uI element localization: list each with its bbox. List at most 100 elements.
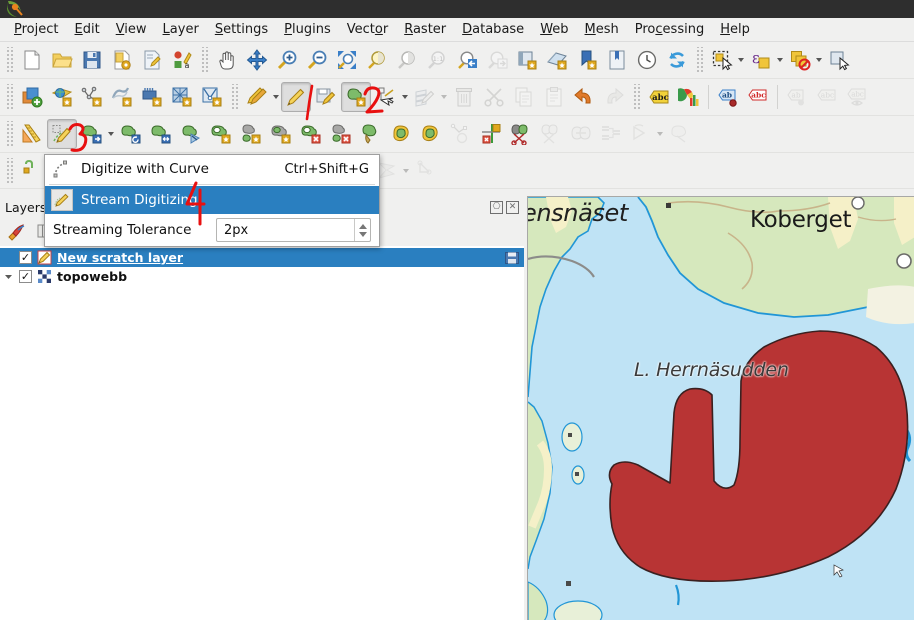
new-print-layout-2-button[interactable] (572, 45, 602, 75)
digitize-with-curve-item[interactable]: Digitize with Curve Ctrl+Shift+G (45, 155, 379, 183)
toolbar-handle[interactable] (5, 157, 14, 184)
change-label-button[interactable]: ab (782, 82, 812, 112)
menu-database[interactable]: Database (454, 19, 532, 41)
delete-part-button[interactable] (326, 119, 356, 149)
add-delimited-text-button[interactable] (77, 82, 107, 112)
pan-to-selection-button[interactable] (242, 45, 272, 75)
add-ring-button[interactable] (206, 119, 236, 149)
reshape-features-button[interactable] (356, 119, 386, 149)
copy-features-button[interactable] (509, 82, 539, 112)
deselect-features-button[interactable] (785, 45, 815, 75)
new-print-layout-button[interactable] (137, 45, 167, 75)
current-edits-button[interactable] (242, 82, 272, 112)
vertex-tool-menu-arrow[interactable] (402, 95, 408, 99)
add-polygon-feature-button[interactable] (341, 82, 371, 112)
offset-curve-button[interactable] (386, 119, 416, 149)
show-hide-labels-button[interactable]: abc (842, 82, 872, 112)
fill-ring-button[interactable] (266, 119, 296, 149)
menu-vector[interactable]: Vector (339, 19, 396, 41)
vertex-tool-button[interactable] (371, 82, 401, 112)
pin-labels-button[interactable]: abc (812, 82, 842, 112)
layer-diagrams-button[interactable] (674, 82, 704, 112)
menu-processing[interactable]: Processing (627, 19, 712, 41)
simplify-feature-button[interactable] (176, 119, 206, 149)
zoom-next-button[interactable] (482, 45, 512, 75)
toggle-editing-button[interactable] (281, 82, 311, 112)
delete-selected-button[interactable] (449, 82, 479, 112)
menu-view[interactable]: View (108, 19, 155, 41)
menu-settings[interactable]: Settings (207, 19, 276, 41)
save-project-as-button[interactable] (107, 45, 137, 75)
rotate-feature-button[interactable] (116, 119, 146, 149)
pan-map-button[interactable] (212, 45, 242, 75)
zoom-full-button[interactable] (332, 45, 362, 75)
style-manager-button[interactable]: a (167, 45, 197, 75)
toolbar-handle[interactable] (230, 84, 239, 110)
menu-plugins[interactable]: Plugins (276, 19, 339, 41)
zoom-native-button[interactable]: 1:1 (422, 45, 452, 75)
layer-labeling-button[interactable]: abc (644, 82, 674, 112)
streaming-tolerance-spinbox[interactable]: 2px (216, 218, 371, 242)
toolbar-handle[interactable] (5, 47, 14, 73)
toolbar-handle[interactable] (632, 84, 641, 110)
new-3d-map-view-button[interactable] (542, 45, 572, 75)
zoom-in-button[interactable] (272, 45, 302, 75)
move-feature-menu-arrow[interactable] (108, 132, 114, 136)
zoom-last-button[interactable] (452, 45, 482, 75)
redo-button[interactable] (599, 82, 629, 112)
close-panel-icon[interactable]: ✕ (506, 200, 519, 214)
expander-collapse-icon[interactable] (3, 271, 14, 282)
menu-raster[interactable]: Raster (396, 19, 454, 41)
zoom-to-layer-button[interactable] (392, 45, 422, 75)
zoom-to-selection-button[interactable] (362, 45, 392, 75)
open-project-button[interactable] (47, 45, 77, 75)
move-feature-button[interactable] (77, 119, 107, 149)
paste-features-button[interactable] (539, 82, 569, 112)
trim-extend-button[interactable] (476, 119, 506, 149)
add-vector-tile-button[interactable] (197, 82, 227, 112)
streaming-tolerance-stepper[interactable] (354, 219, 370, 241)
select-by-expression-button[interactable]: ε (746, 45, 776, 75)
menu-project[interactable]: Project (6, 19, 67, 41)
vertex-tool-all-button[interactable] (665, 119, 695, 149)
toolbar-handle[interactable] (5, 121, 14, 147)
toolbar-handle[interactable] (5, 84, 14, 110)
rotate-label-button[interactable]: abc (743, 82, 773, 112)
stream-digitizing-item[interactable]: Stream Digitizing (45, 186, 379, 214)
menu-help[interactable]: Help (712, 19, 758, 41)
open-layer-styling-button[interactable] (4, 220, 30, 244)
split-parts-button[interactable] (536, 119, 566, 149)
save-layer-edits-button[interactable] (311, 82, 341, 112)
move-label-button[interactable]: ab (713, 82, 743, 112)
new-map-view-button[interactable] (512, 45, 542, 75)
layer-visibility-checkbox[interactable]: ✓ (19, 251, 32, 264)
current-edits-menu-arrow[interactable] (273, 95, 279, 99)
new-project-button[interactable] (17, 45, 47, 75)
self-snapping-button[interactable] (411, 156, 441, 186)
menu-layer[interactable]: Layer (155, 19, 207, 41)
modify-attributes-menu-arrow[interactable] (441, 95, 447, 99)
temporal-controller-button[interactable] (632, 45, 662, 75)
select-features-button[interactable] (707, 45, 737, 75)
select-features-menu-arrow[interactable] (738, 58, 744, 62)
layer-row-new-scratch-layer[interactable]: ✓ New scratch layer (0, 248, 524, 267)
rotate-point-symbols-button[interactable] (626, 119, 656, 149)
enable-snapping-button[interactable] (17, 156, 47, 186)
add-part-button[interactable] (236, 119, 266, 149)
add-raster-layer-button[interactable] (47, 82, 77, 112)
float-panel-icon[interactable]: ⎔ (490, 200, 503, 214)
toolbar-handle[interactable] (695, 47, 704, 73)
merge-features-button[interactable] (566, 119, 596, 149)
enable-advanced-digitizing-button[interactable] (17, 119, 47, 149)
scale-feature-button[interactable] (146, 119, 176, 149)
split-features-button[interactable] (506, 119, 536, 149)
undo-button[interactable] (569, 82, 599, 112)
deselect-menu-arrow[interactable] (816, 58, 822, 62)
delete-ring-button[interactable] (296, 119, 326, 149)
add-wms-layer-button[interactable] (167, 82, 197, 112)
zoom-out-button[interactable] (302, 45, 332, 75)
merge-attributes-button[interactable] (596, 119, 626, 149)
select-expression-menu-arrow[interactable] (777, 58, 783, 62)
map-canvas[interactable]: ensnäset Koberget L. Herrnäsudden (527, 196, 914, 620)
refresh-button[interactable] (662, 45, 692, 75)
